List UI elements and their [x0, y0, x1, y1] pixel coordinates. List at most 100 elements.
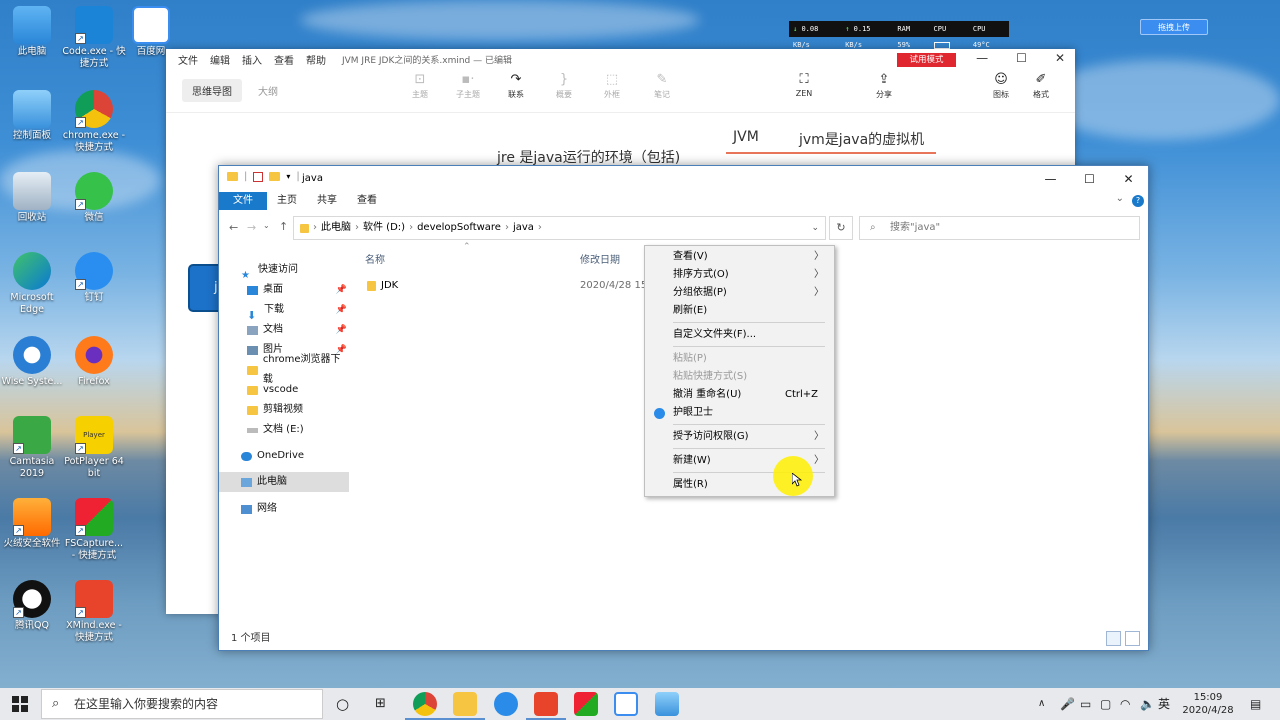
nav-video-clips[interactable]: 剪辑视频: [219, 400, 349, 420]
xmind-taskbar-icon[interactable]: [534, 692, 558, 716]
new-folder-icon[interactable]: [269, 172, 281, 181]
topic-button[interactable]: ⊡ 主题: [398, 71, 442, 100]
taskbar-search-input[interactable]: ⌕ 在这里输入你要搜索的内容: [41, 689, 323, 719]
menu-item-view[interactable]: 查看(V) 〉: [645, 248, 834, 266]
boundary-button[interactable]: ⬚ 外框: [590, 71, 634, 100]
trial-mode-badge[interactable]: 试用模式: [897, 53, 956, 67]
control-panel-taskbar-icon[interactable]: [655, 692, 679, 716]
nav-documents[interactable]: 文档 📌: [219, 320, 349, 340]
nav-vscode[interactable]: vscode: [219, 380, 349, 400]
baidu-netdisk-taskbar-icon[interactable]: [614, 692, 638, 716]
windows-start-button[interactable]: [12, 696, 28, 712]
desktop-icon-fscapture[interactable]: ↗ FSCapture... - 快捷方式: [62, 498, 126, 562]
ribbon-tab-home[interactable]: 主页: [267, 192, 307, 210]
ribbon-tab-view[interactable]: 查看: [347, 192, 387, 210]
ribbon-tab-share[interactable]: 共享: [307, 192, 347, 210]
fscapture-taskbar-icon[interactable]: [574, 692, 598, 716]
nav-network[interactable]: 网络: [219, 499, 349, 519]
zen-button[interactable]: ⛶ ZEN: [782, 71, 826, 98]
tray-expand-icon[interactable]: ∧: [1038, 688, 1045, 720]
desktop-icon-recycle-bin[interactable]: 回收站: [0, 172, 64, 224]
close-button[interactable]: ✕: [1109, 166, 1148, 192]
menu-insert[interactable]: 插入: [242, 52, 262, 67]
nav-drive-e[interactable]: 文档 (E:): [219, 420, 349, 440]
node-jre[interactable]: jre 是java运行的环境（包括): [497, 147, 680, 167]
breadcrumb-developsoftware[interactable]: developSoftware: [417, 217, 501, 239]
menu-help[interactable]: 帮助: [306, 52, 326, 67]
battery-icon[interactable]: ▭: [1080, 688, 1091, 720]
desktop-icon-potplayer[interactable]: Player ↗ PotPlayer 64 bit: [62, 416, 126, 480]
tab-outline[interactable]: 大纲: [248, 79, 288, 102]
node-jvm-desc[interactable]: jvm是java的虚拟机: [799, 129, 924, 149]
share-button[interactable]: ⇪ 分享: [862, 71, 906, 100]
help-icon[interactable]: ?: [1132, 195, 1144, 207]
column-date-header[interactable]: 修改日期: [580, 251, 620, 266]
refresh-button[interactable]: ↻: [829, 216, 853, 240]
format-button[interactable]: ✐ 格式: [1019, 71, 1063, 100]
customize-qa-icon[interactable]: ▾: [286, 172, 290, 181]
menu-item-give-access[interactable]: 授予访问权限(G) 〉: [645, 428, 834, 446]
cortana-icon[interactable]: ○: [336, 688, 349, 720]
details-view-button[interactable]: [1106, 631, 1121, 646]
desktop-icon-wechat[interactable]: ↗ 微信: [62, 172, 126, 224]
desktop-icon-huorong[interactable]: ↗ 火绒安全软件: [0, 498, 64, 550]
file-explorer-taskbar-icon[interactable]: [453, 692, 477, 716]
maximize-button[interactable]: ☐: [1070, 166, 1109, 192]
system-clock[interactable]: 15:09 2020/4/28: [1178, 691, 1238, 717]
subtopic-button[interactable]: ▪· 子主题: [446, 71, 490, 100]
menu-view[interactable]: 查看: [274, 52, 294, 67]
ime-indicator[interactable]: 英: [1158, 688, 1170, 720]
nav-quick-access[interactable]: ★ 快速访问: [219, 260, 349, 281]
menu-item-paste-shortcut[interactable]: 粘贴快捷方式(S): [645, 368, 834, 386]
wifi-icon[interactable]: ◠: [1120, 688, 1130, 720]
desktop-icon-chrome[interactable]: ↗ chrome.exe - 快捷方式: [62, 90, 126, 154]
baidu-upload-float[interactable]: 拖拽上传: [1140, 19, 1208, 35]
nav-this-pc[interactable]: 此电脑: [219, 472, 349, 492]
menu-file[interactable]: 文件: [178, 52, 198, 67]
nav-desktop[interactable]: 桌面 📌: [219, 280, 349, 300]
desktop-icon-camtasia[interactable]: ↗ Camtasia 2019: [0, 416, 64, 480]
tab-mindmap[interactable]: 思维导图: [182, 79, 242, 102]
task-view-icon[interactable]: ⊞: [375, 688, 386, 720]
desktop-icon-firefox[interactable]: Firefox: [62, 336, 126, 388]
recent-locations-icon[interactable]: ⌄: [263, 221, 270, 230]
search-input[interactable]: ⌕ 搜索"java": [859, 216, 1140, 240]
ribbon-expand-icon[interactable]: ⌄: [1116, 193, 1124, 204]
desktop-icon-xmind[interactable]: ↗ XMind.exe - 快捷方式: [62, 580, 126, 644]
close-button[interactable]: ✕: [1055, 51, 1065, 65]
menu-item-sort-by[interactable]: 排序方式(O) 〉: [645, 266, 834, 284]
breadcrumb-this-pc[interactable]: 此电脑: [321, 217, 351, 239]
breadcrumb-java[interactable]: java: [513, 217, 534, 239]
eye-guard-taskbar-icon[interactable]: [494, 692, 518, 716]
node-jvm[interactable]: JVM: [733, 129, 759, 145]
menu-item-undo-rename[interactable]: 撤消 重命名(U) Ctrl+Z: [645, 386, 834, 404]
notifications-icon[interactable]: ▤: [1250, 688, 1261, 720]
address-dropdown-icon[interactable]: ⌄: [811, 217, 819, 239]
large-icons-view-button[interactable]: [1125, 631, 1140, 646]
icon-panel-button[interactable]: ☺ 图标: [979, 71, 1023, 100]
desktop-icon-control-panel[interactable]: 控制面板: [0, 90, 64, 142]
desktop-icon-dingtalk[interactable]: ↗ 钉钉: [62, 252, 126, 304]
menu-item-customize-folder[interactable]: 自定义文件夹(F)...: [645, 326, 834, 344]
minimize-button[interactable]: —: [976, 51, 988, 65]
menu-item-eye-guard[interactable]: 护眼卫士: [645, 404, 834, 422]
forward-arrow-icon[interactable]: →: [247, 221, 256, 234]
nav-onedrive[interactable]: OneDrive: [219, 446, 349, 466]
menu-edit[interactable]: 编辑: [210, 52, 230, 67]
back-arrow-icon[interactable]: ←: [229, 221, 238, 234]
desktop-icon-vscode[interactable]: ↗ Code.exe - 快捷方式: [62, 6, 126, 70]
properties-icon[interactable]: [253, 171, 264, 182]
display-icon[interactable]: ▢: [1100, 688, 1111, 720]
breadcrumb-drive-d[interactable]: 软件 (D:): [363, 217, 405, 239]
up-arrow-icon[interactable]: ↑: [279, 220, 288, 233]
relationship-button[interactable]: ↷ 联系: [494, 71, 538, 100]
nav-downloads[interactable]: ⬇ 下载 📌: [219, 300, 349, 322]
maximize-button[interactable]: ☐: [1016, 51, 1027, 65]
desktop-icon-qq[interactable]: ↗ 腾讯QQ: [0, 580, 64, 632]
chrome-taskbar-icon[interactable]: [413, 692, 437, 716]
note-button[interactable]: ✎ 笔记: [640, 71, 684, 100]
desktop-icon-this-pc[interactable]: 此电脑: [0, 6, 64, 58]
desktop-icon-wise-system[interactable]: Wise Syste...: [0, 336, 64, 388]
menu-item-paste[interactable]: 粘贴(P): [645, 350, 834, 368]
menu-item-refresh[interactable]: 刷新(E): [645, 302, 834, 320]
